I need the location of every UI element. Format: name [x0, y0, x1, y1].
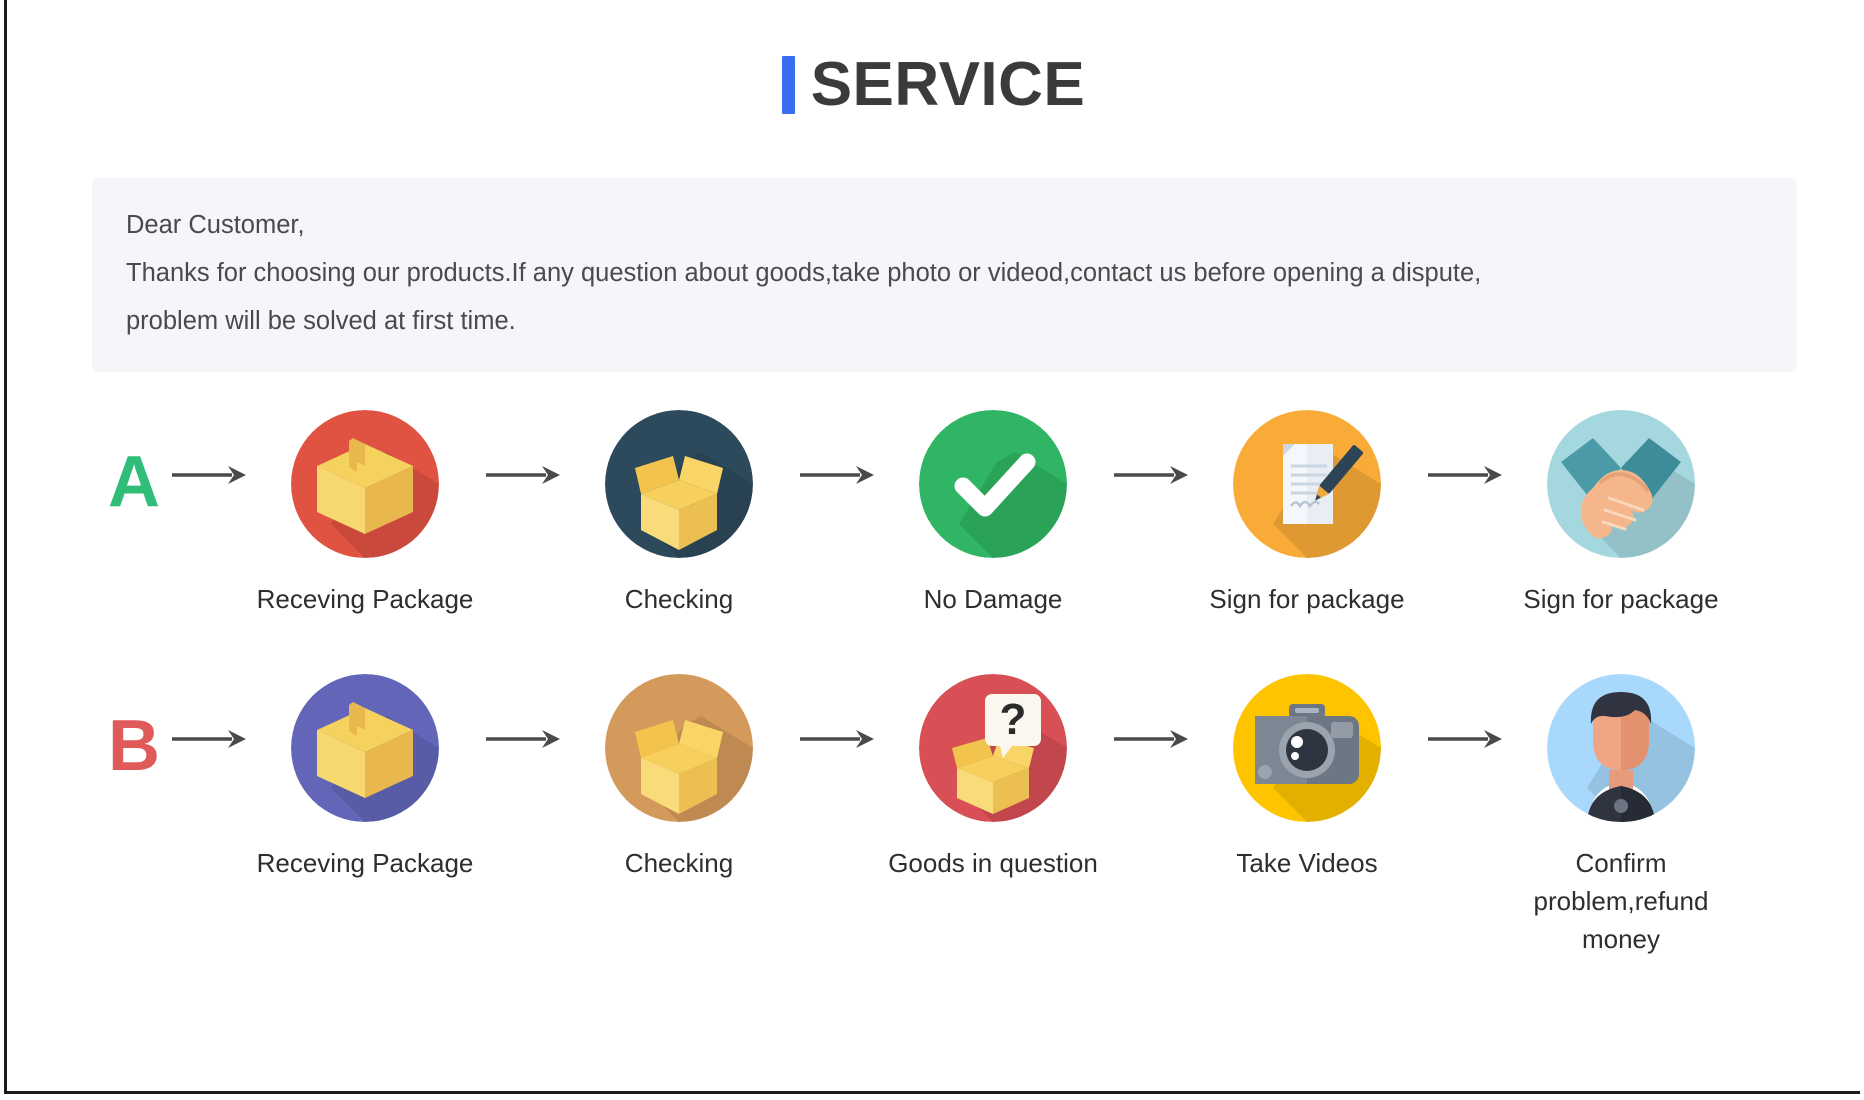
- flow-step: Confirm problem,refund money: [1507, 674, 1735, 958]
- right-arrow-icon: [165, 726, 251, 752]
- closed-box-icon: [291, 410, 439, 558]
- flow-step-label: Take Videos: [1236, 848, 1378, 878]
- right-arrow-icon: [479, 462, 565, 488]
- right-arrow-icon: [1421, 726, 1507, 752]
- service-flow-row-b: B Receving Package Checking? Goods in quest…: [7, 674, 1860, 958]
- page-frame: SERVICE Dear Customer, Thanks for choosi…: [4, 0, 1860, 1094]
- flow-step-label: Sign for package: [1209, 584, 1405, 614]
- handshake-icon: [1547, 410, 1695, 558]
- right-arrow-icon: [1107, 726, 1193, 752]
- check-mark-icon: [919, 410, 1067, 558]
- flow-step-label: Checking: [624, 584, 734, 614]
- flow-step: Sign for package: [1507, 410, 1735, 618]
- right-arrow-icon: [793, 726, 879, 752]
- page-header: SERVICE: [7, 46, 1860, 124]
- flow-step: Checking: [565, 410, 793, 618]
- right-arrow-icon: [1421, 462, 1507, 488]
- notice-line: Dear Customer,: [126, 211, 305, 239]
- flow-step-label: No Damage: [923, 584, 1063, 614]
- flow-step-label: Sign for package: [1523, 584, 1719, 614]
- flow-letter-b: B: [108, 706, 160, 786]
- support-agent-icon: [1547, 674, 1695, 822]
- title-accent-bar: [781, 56, 795, 114]
- flow-step: Checking: [565, 674, 793, 882]
- right-arrow-icon: [1107, 462, 1193, 488]
- flow-step-label: Receving Package: [256, 848, 474, 878]
- flow-step-label: Checking: [624, 848, 734, 878]
- right-arrow-icon: [793, 462, 879, 488]
- flow-step-label: Confirm problem,refund money: [1533, 848, 1709, 954]
- flow-step: No Damage: [879, 410, 1107, 618]
- flow-step-label: Goods in question: [888, 848, 1098, 878]
- right-arrow-icon: [479, 726, 565, 752]
- svg-text:?: ?: [1000, 695, 1027, 744]
- question-box-icon: ?: [919, 674, 1067, 822]
- flow-step: Receving Package: [251, 410, 479, 618]
- page-title: SERVICE: [810, 50, 1086, 119]
- open-box-icon: [605, 674, 753, 822]
- notice-line: problem will be solved at first time.: [126, 307, 516, 335]
- customer-notice-box: Dear Customer, Thanks for choosing our p…: [92, 178, 1797, 372]
- notice-line: Thanks for choosing our products.If any …: [126, 259, 1482, 287]
- flow-step-label: Receving Package: [256, 584, 474, 614]
- flow-step: ? Goods in question: [879, 674, 1107, 882]
- document-pen-icon: [1233, 410, 1381, 558]
- flow-step: Take Videos: [1193, 674, 1421, 882]
- camera-icon: [1233, 674, 1381, 822]
- flow-step: Sign for package: [1193, 410, 1421, 618]
- right-arrow-icon: [165, 462, 251, 488]
- flow-step: Receving Package: [251, 674, 479, 882]
- service-flow-container: A Receving Package Checking No Damage Sign f…: [7, 410, 1860, 958]
- service-flow-row-a: A Receving Package Checking No Damage Sign f…: [7, 410, 1860, 618]
- flow-letter-a: A: [108, 442, 160, 522]
- open-box-icon: [605, 410, 753, 558]
- closed-box-icon: [291, 674, 439, 822]
